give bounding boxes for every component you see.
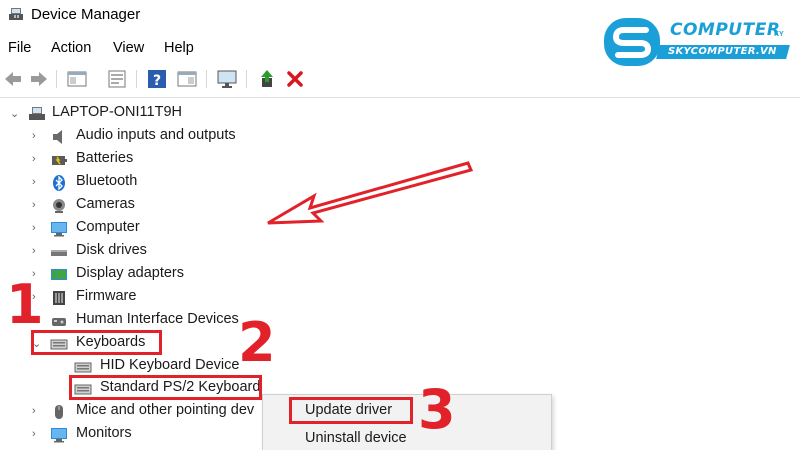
- step-number-1: 1: [6, 273, 44, 336]
- pointer-arrow-icon: [267, 161, 474, 225]
- step-number-2: 2: [238, 311, 276, 374]
- step-number-3: 3: [418, 378, 456, 441]
